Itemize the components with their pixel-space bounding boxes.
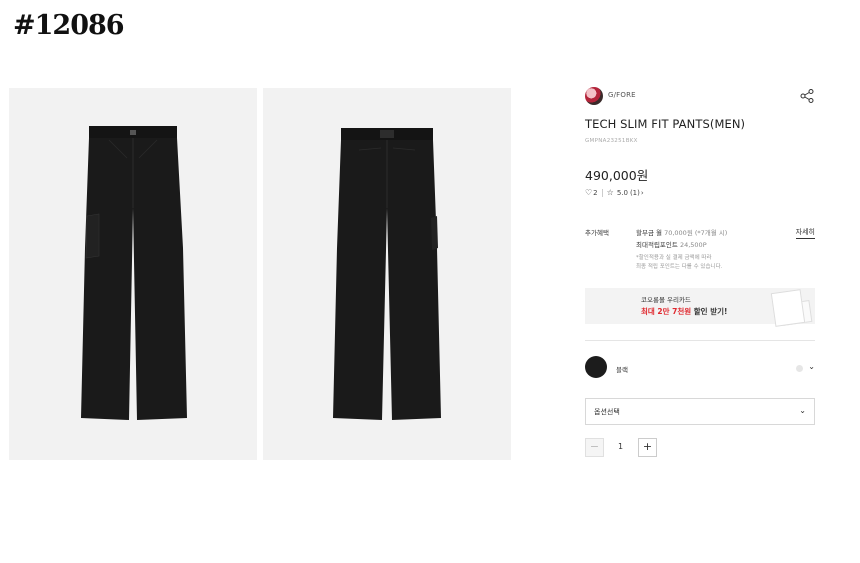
option-select[interactable]: 옵션선택 ⌄ (585, 398, 815, 425)
item-id: #12086 (13, 10, 125, 41)
heart-icon[interactable]: ♡ (585, 188, 592, 197)
banner-highlight: 최대 2만 7천원 (641, 307, 692, 316)
brand-logo[interactable] (585, 87, 603, 105)
stats-divider (601, 188, 603, 197)
installment-prefix: 할부금 월 (636, 229, 662, 237)
chevron-down-icon[interactable]: ⌄ (808, 362, 815, 371)
option-select-label: 옵션선택 (594, 408, 620, 416)
rating-value[interactable]: 5.0 (617, 189, 628, 197)
product-code: GMPNA23251BKX (585, 138, 638, 144)
color-name: 블랙 (616, 366, 628, 374)
star-icon: ☆ (606, 188, 614, 197)
product-price: 490,000원 (585, 168, 649, 183)
pants-back-illustration (333, 128, 441, 420)
coupon-image-icon (770, 289, 806, 327)
quantity-value[interactable]: 1 (618, 442, 623, 451)
color-selector: 블랙 ⌄ (585, 356, 815, 380)
points-info: 최대적립포인트 24,500P (636, 239, 707, 249)
product-image-back[interactable] (263, 88, 511, 460)
banner-line-2: 최대 2만 7천원 할인 받기! (641, 306, 727, 317)
pants-front-illustration (81, 126, 187, 420)
installment-info: 할부금 월 70,000원 (*7개월 시) (636, 227, 727, 237)
product-stats: ♡ 2 ☆ 5.0 (1) › (585, 188, 644, 197)
banner-cta-text: 할인 받기! (691, 307, 728, 316)
brand-name[interactable]: G/FORE (608, 91, 636, 99)
card-promo-banner[interactable]: 코오롱몰 우리카드 최대 2만 7천원 할인 받기! (585, 288, 815, 327)
product-info-panel: G/FORE TECH SLIM FIT PANTS(MEN) GMPNA232… (585, 86, 815, 457)
benefit-label: 추가혜택 (585, 229, 609, 237)
points-value: 24,500P (679, 241, 707, 249)
chevron-down-icon: ⌄ (799, 406, 806, 415)
like-count: 2 (593, 188, 598, 197)
benefit-detail-link[interactable]: 자세히 (795, 227, 815, 239)
review-count[interactable]: (1) (630, 189, 640, 197)
section-divider (585, 340, 815, 341)
quantity-decrease-button[interactable]: − (585, 438, 604, 457)
brand-row: G/FORE (585, 86, 815, 106)
benefit-note-1: *할인적용과 실 결제 금액에 따라 (636, 255, 712, 261)
product-image-front[interactable] (9, 88, 257, 460)
quantity-increase-button[interactable]: + (638, 438, 657, 457)
points-prefix: 최대적립포인트 (636, 241, 678, 249)
review-arrow-icon[interactable]: › (641, 189, 644, 197)
benefit-note-2: 최종 적립 포인트는 다를 수 있습니다. (636, 264, 723, 270)
installment-value: 70,000원 (*7개월 시) (664, 229, 728, 237)
share-icon[interactable] (799, 88, 815, 104)
color-indicator-dot (796, 365, 803, 372)
banner-line-1: 코오롱몰 우리카드 (641, 296, 691, 304)
color-swatch-black[interactable] (585, 356, 607, 378)
product-title: TECH SLIM FIT PANTS(MEN) (585, 117, 746, 131)
